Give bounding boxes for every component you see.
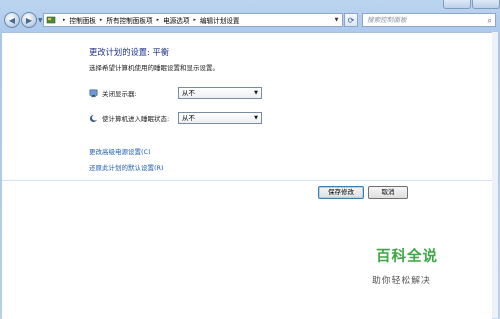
forward-arrow-icon: ▶ [25, 15, 33, 25]
minimize-button[interactable] [443, 0, 471, 9]
display-off-label: 关闭显示器: [102, 90, 137, 98]
window-controls [442, 0, 500, 9]
address-bar[interactable]: ▸ 控制面板 ▸ 所有控制面板项 ▸ 电源选项 ▸ 编辑计划设置 ▼ [43, 13, 343, 27]
advanced-settings-link[interactable]: 更改高级电源设置(C) [89, 146, 151, 156]
page-title: 更改计划的设置: 平衡 [89, 47, 170, 57]
search-icon[interactable]: ⌕ [488, 15, 492, 27]
divider [2, 180, 492, 181]
sleep-select[interactable]: 从不 ▼ [178, 112, 262, 124]
display-off-select[interactable]: 从不 ▼ [178, 87, 262, 99]
chevron-down-icon: ▼ [254, 115, 258, 121]
refresh-button[interactable]: ⟳ [344, 13, 358, 27]
sleep-row: 使计算机进入睡眠状态: [89, 113, 174, 123]
watermark-slogan: 助你轻松解决 [372, 276, 431, 286]
navigation-buttons: ◀ ▶ ▼ [4, 12, 44, 28]
refresh-icon: ⟳ [347, 15, 355, 25]
address-dropdown[interactable]: ▼ [332, 14, 341, 26]
watermark-brand: 百科全说 [376, 249, 438, 265]
maximize-button[interactable] [472, 0, 500, 9]
chevron-down-icon: ▼ [334, 17, 339, 23]
back-arrow-icon: ◀ [8, 15, 16, 25]
breadcrumb-all-items[interactable]: 所有控制面板项 [106, 15, 152, 25]
sleep-value: 从不 [182, 114, 195, 122]
chevron-down-icon: ▼ [254, 90, 258, 96]
page-subtitle: 选择希望计算机使用的睡眠设置和显示设置。 [89, 64, 219, 72]
breadcrumb-separator: ▸ [156, 17, 160, 23]
breadcrumb-control-panel[interactable]: 控制面板 [70, 15, 96, 25]
breadcrumb-separator: ▸ [99, 17, 103, 23]
breadcrumb-power-options[interactable]: 电源选项 [163, 15, 189, 25]
breadcrumb-edit-plan[interactable]: 编辑计划设置 [200, 15, 240, 25]
search-input[interactable]: 搜索控制面板 ⌕ [362, 13, 496, 27]
sleep-moon-icon [89, 114, 98, 122]
monitor-icon [89, 89, 98, 97]
sleep-label: 使计算机进入睡眠状态: [102, 115, 170, 123]
scrollbar[interactable] [492, 32, 498, 318]
breadcrumb-separator: ▸ [193, 17, 196, 23]
forward-button[interactable]: ▶ [21, 12, 37, 28]
back-button[interactable]: ◀ [4, 12, 20, 28]
display-off-value: 从不 [182, 89, 195, 97]
control-panel-icon [46, 16, 56, 24]
chevron-down-icon: ▼ [38, 16, 43, 24]
display-off-row: 关闭显示器: [89, 88, 174, 98]
breadcrumb-separator: ▸ [63, 17, 66, 23]
restore-defaults-link[interactable]: 还原此计划的默认设置(R) [89, 162, 164, 172]
cancel-button[interactable]: 取消 [368, 186, 408, 199]
search-placeholder: 搜索控制面板 [367, 16, 407, 24]
save-button[interactable]: 保存修改 [318, 186, 364, 199]
